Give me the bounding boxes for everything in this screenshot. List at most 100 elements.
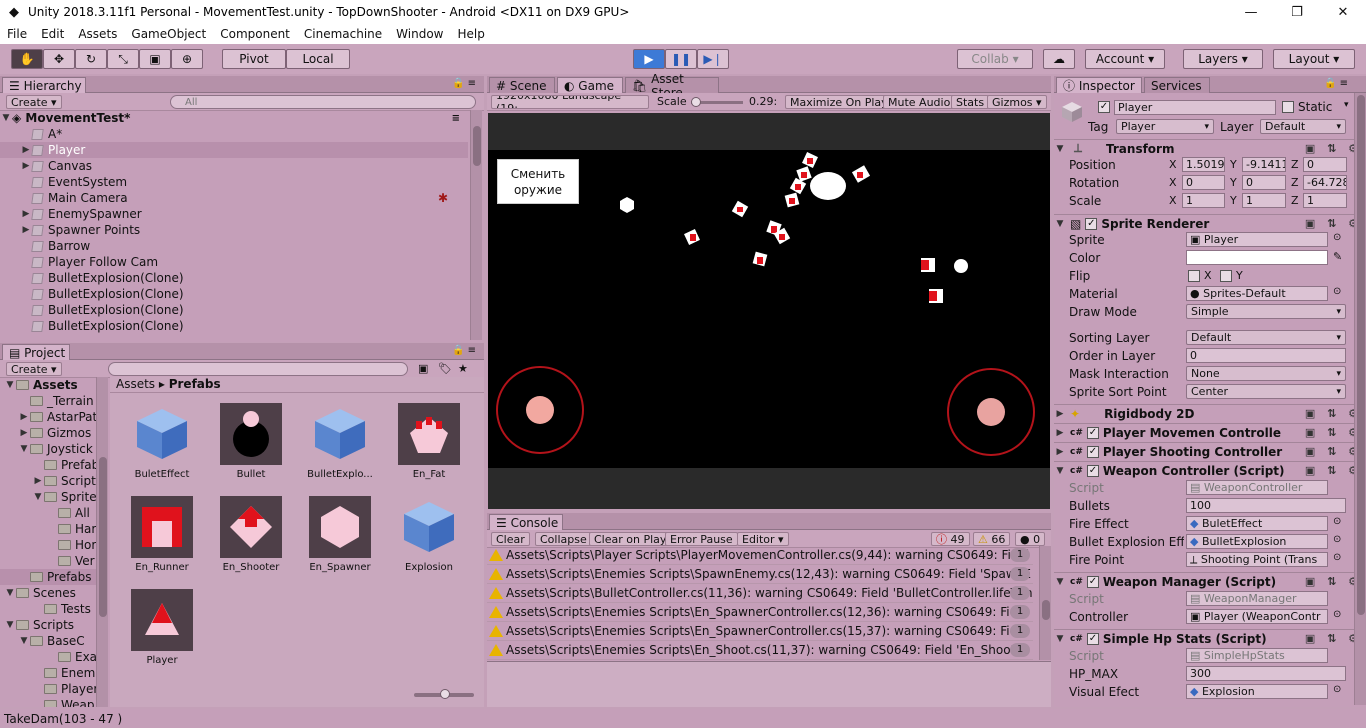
asset-tile[interactable]: En_Fat [389, 403, 469, 480]
console-log-entry[interactable]: Assets\Scripts\Enemies Scripts\En_Spawne… [487, 622, 1033, 641]
hierarchy-item[interactable]: Main Camera ✱ [0, 190, 468, 206]
breadcrumb-assets[interactable]: Assets [116, 377, 155, 391]
position-y-field[interactable]: -9.1411 [1242, 157, 1286, 172]
object-picker-icon[interactable]: ⊙ [1333, 684, 1341, 695]
component-enabled-checkbox[interactable]: ✓ [1086, 632, 1099, 645]
hierarchy-item[interactable]: ▶ Spawner Points [0, 222, 468, 238]
project-create-button[interactable]: Create ▾ [6, 362, 62, 376]
weapon-manager-header[interactable]: ▼ c# ✓ Weapon Manager (Script) ▣ ⇅ ⚙ [1054, 572, 1366, 590]
folder-item[interactable]: ▼ BaseC [0, 633, 108, 649]
sort-point-dropdown[interactable]: Center [1186, 384, 1346, 399]
hierarchy-search-input[interactable]: All [170, 95, 476, 109]
menu-file[interactable]: File [0, 27, 34, 41]
project-search-input[interactable] [108, 362, 408, 376]
hierarchy-item[interactable]: ▶ Canvas [0, 158, 468, 174]
component-enabled-checkbox[interactable]: ✓ [1086, 426, 1099, 439]
folder-item[interactable]: ▶ Gizmos [0, 425, 108, 441]
console-errors-toggle[interactable]: ⓘ 49 [931, 532, 970, 546]
fire-effect-field[interactable]: ◆ BuletEffect [1186, 516, 1328, 531]
folder-item[interactable]: ▼ Joystick [0, 441, 108, 457]
filter-label-icon[interactable]: 🏷 [438, 362, 452, 375]
folder-item[interactable]: Tests [0, 601, 108, 617]
hierarchy-item[interactable]: BulletExplosion(Clone) [0, 318, 468, 334]
console-log-entry[interactable]: Assets\Scripts\Enemies Scripts\En_Shoot.… [487, 641, 1033, 660]
folder-item[interactable]: Ver [0, 553, 108, 569]
bullets-field[interactable]: 100 [1186, 498, 1346, 513]
console-error-pause-toggle[interactable]: Error Pause [665, 532, 738, 546]
flip-x-checkbox[interactable] [1188, 270, 1200, 282]
order-in-layer-field[interactable]: 0 [1186, 348, 1346, 363]
tab-services[interactable]: Services [1144, 77, 1210, 93]
active-checkbox[interactable]: ✓ [1098, 101, 1110, 113]
layout-dropdown[interactable]: Layout ▾ [1273, 49, 1355, 69]
tab-hierarchy[interactable]: ☰ Hierarchy [2, 77, 86, 93]
panel-menu-icon[interactable]: 🔒 ≡ [452, 78, 476, 89]
hierarchy-item[interactable]: Barrow [0, 238, 468, 254]
object-picker-icon[interactable]: ⊙ [1333, 552, 1341, 563]
folder-item[interactable]: ▼ Sprite [0, 489, 108, 505]
eyedropper-icon[interactable]: ✎ [1333, 250, 1342, 263]
asset-tile[interactable]: Bullet [211, 403, 291, 480]
flip-y-checkbox[interactable] [1220, 270, 1232, 282]
sorting-layer-dropdown[interactable]: Default [1186, 330, 1346, 345]
console-log-entry[interactable]: Assets\Scripts\Enemies Scripts\SpawnEnem… [487, 565, 1033, 584]
menu-assets[interactable]: Assets [71, 27, 124, 41]
rotation-y-field[interactable]: 0 [1242, 175, 1286, 190]
mute-audio-toggle[interactable]: Mute Audio [883, 95, 956, 109]
visual-effect-field[interactable]: ◆ Explosion [1186, 684, 1328, 699]
folder-item[interactable]: Exa [0, 649, 108, 665]
account-dropdown[interactable]: Account ▾ [1085, 49, 1165, 69]
folder-item[interactable]: Enem [0, 665, 108, 681]
scale-tool-icon[interactable]: ⤡ [107, 49, 139, 69]
scale-slider[interactable] [691, 97, 743, 107]
tag-dropdown[interactable]: Player [1116, 119, 1214, 134]
scene-row[interactable]: ▼ ◈ MovementTest* ≡ [0, 110, 468, 126]
hierarchy-scrollbar[interactable] [470, 110, 482, 340]
hand-tool-icon[interactable]: ✋ [11, 49, 43, 69]
folder-prefabs[interactable]: Prefabs [0, 569, 108, 585]
console-log-entry[interactable]: Assets\Scripts\Player Scripts\PlayerMove… [487, 546, 1033, 565]
folder-item[interactable]: Har [0, 521, 108, 537]
console-detail-area[interactable] [487, 661, 1051, 707]
hierarchy-item[interactable]: BulletExplosion(Clone) [0, 270, 468, 286]
folder-item[interactable]: All [0, 505, 108, 521]
layer-dropdown[interactable]: Default [1260, 119, 1346, 134]
menu-edit[interactable]: Edit [34, 27, 71, 41]
weapon-controller-header[interactable]: ▼ c# ✓ Weapon Controller (Script) ▣ ⇅ ⚙ [1054, 461, 1366, 479]
minimize-icon[interactable]: — [1228, 0, 1274, 24]
console-log-entry[interactable]: Assets\Scripts\Enemies Scripts\En_Spawne… [487, 603, 1033, 622]
controller-field[interactable]: ▣ Player (WeaponContr [1186, 609, 1328, 624]
component-enabled-checkbox[interactable]: ✓ [1086, 445, 1099, 458]
draw-mode-dropdown[interactable]: Simple [1186, 304, 1346, 319]
folder-item[interactable]: Player [0, 681, 108, 697]
scene-menu-icon[interactable]: ≡ [452, 113, 460, 124]
pivot-toggle[interactable]: Pivot [222, 49, 286, 69]
rect-tool-icon[interactable]: ▣ [139, 49, 171, 69]
asset-tile[interactable]: BuletEffect [122, 403, 202, 480]
bullet-explosion-field[interactable]: ◆ BulletExplosion [1186, 534, 1328, 549]
pause-button[interactable]: ❚❚ [665, 49, 697, 69]
fire-point-field[interactable]: ⟂ Shooting Point (Trans [1186, 552, 1328, 567]
object-picker-icon[interactable]: ⊙ [1333, 534, 1341, 545]
folder-item[interactable]: _Terrain [0, 393, 108, 409]
console-warnings-toggle[interactable]: ⚠ 66 [973, 532, 1011, 546]
object-picker-icon[interactable]: ⊙ [1333, 516, 1341, 527]
asset-tile[interactable]: BulletExplo... [300, 403, 380, 480]
stats-toggle[interactable]: Stats [951, 95, 990, 109]
folder-item[interactable]: ▼ Scenes [0, 585, 108, 601]
folder-item[interactable]: ▶ Script [0, 473, 108, 489]
gizmos-dropdown[interactable]: Gizmos ▾ [987, 95, 1047, 109]
panel-menu-icon[interactable]: 🔒 ≡ [1324, 78, 1348, 89]
scale-x-field[interactable]: 1 [1182, 193, 1225, 208]
mask-interaction-dropdown[interactable]: None [1186, 366, 1346, 381]
console-clear-button[interactable]: Clear [491, 532, 530, 546]
breadcrumb-prefabs[interactable]: Prefabs [169, 377, 221, 391]
status-bar[interactable]: TakeDam(103 - 47 ) [0, 709, 1366, 728]
rotation-x-field[interactable]: 0 [1182, 175, 1225, 190]
hierarchy-item[interactable]: BulletExplosion(Clone) [0, 302, 468, 318]
transform-header[interactable]: ▼ ⟂ Transform ▣ ⇅ ⚙ [1054, 139, 1366, 157]
object-picker-icon[interactable]: ⊙ [1333, 232, 1341, 243]
hierarchy-item[interactable]: EventSystem [0, 174, 468, 190]
color-swatch[interactable] [1186, 250, 1328, 265]
console-editor-dropdown[interactable]: Editor ▾ [737, 532, 789, 546]
